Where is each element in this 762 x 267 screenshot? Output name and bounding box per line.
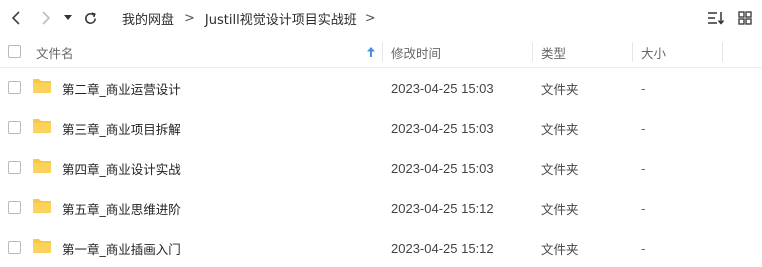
file-size: - bbox=[641, 80, 646, 96]
folder-icon bbox=[33, 239, 51, 253]
column-divider[interactable] bbox=[382, 42, 383, 62]
back-button[interactable] bbox=[6, 8, 26, 28]
column-type-label: 类型 bbox=[541, 45, 567, 61]
file-row[interactable]: 第四章_商业设计实战 2023-04-25 15:03 文件夹 - bbox=[0, 148, 762, 188]
file-size: - bbox=[641, 120, 646, 136]
file-row[interactable]: 第二章_商业运营设计 2023-04-25 15:03 文件夹 - bbox=[0, 68, 762, 108]
file-type: 文件夹 bbox=[541, 121, 579, 137]
file-type: 文件夹 bbox=[541, 201, 579, 217]
column-size-header[interactable]: 大小 bbox=[641, 36, 721, 68]
breadcrumb-separator[interactable]: > bbox=[365, 11, 376, 26]
file-modified: 2023-04-25 15:12 bbox=[391, 200, 494, 216]
row-checkbox[interactable] bbox=[8, 121, 21, 134]
file-modified: 2023-04-25 15:03 bbox=[391, 120, 494, 136]
file-size: - bbox=[641, 200, 646, 216]
chevron-right-icon bbox=[42, 11, 51, 25]
history-dropdown-button[interactable] bbox=[60, 8, 76, 28]
folder-icon bbox=[33, 79, 51, 93]
file-row[interactable]: 第五章_商业思维进阶 2023-04-25 15:12 文件夹 - bbox=[0, 188, 762, 228]
file-modified: 2023-04-25 15:12 bbox=[391, 240, 494, 256]
file-name: 第四章_商业设计实战 bbox=[62, 161, 181, 177]
toolbar: 我的网盘 > Justill视觉设计项目实战班 > bbox=[0, 0, 762, 36]
column-header: 文件名 修改时间 类型 大小 bbox=[0, 36, 762, 68]
chevron-left-icon bbox=[11, 11, 20, 25]
file-row[interactable]: 第三章_商业项目拆解 2023-04-25 15:03 文件夹 - bbox=[0, 108, 762, 148]
breadcrumb-current[interactable]: Justill视觉设计项目实战班 bbox=[205, 9, 357, 28]
file-size: - bbox=[641, 160, 646, 176]
column-divider[interactable] bbox=[632, 42, 633, 62]
file-modified: 2023-04-25 15:03 bbox=[391, 80, 494, 96]
sort-view-button[interactable] bbox=[705, 8, 727, 28]
folder-icon bbox=[33, 199, 51, 213]
file-name: 第三章_商业项目拆解 bbox=[62, 121, 181, 137]
file-row[interactable]: 第一章_商业插画入门 2023-04-25 15:12 文件夹 - bbox=[0, 228, 762, 267]
column-name-header[interactable]: 文件名 bbox=[36, 36, 376, 68]
refresh-icon bbox=[84, 11, 96, 24]
file-modified: 2023-04-25 15:03 bbox=[391, 160, 494, 176]
row-checkbox[interactable] bbox=[8, 161, 21, 174]
sort-ascending-arrow-icon[interactable] bbox=[366, 46, 376, 58]
file-name: 第二章_商业运营设计 bbox=[62, 81, 181, 97]
sort-list-icon bbox=[708, 12, 725, 25]
row-checkbox[interactable] bbox=[8, 201, 21, 214]
grid-view-icon bbox=[738, 11, 752, 25]
breadcrumb: 我的网盘 > Justill视觉设计项目实战班 > bbox=[122, 0, 386, 36]
file-type: 文件夹 bbox=[541, 241, 579, 257]
file-type: 文件夹 bbox=[541, 81, 579, 97]
file-size: - bbox=[641, 240, 646, 256]
caret-down-icon bbox=[64, 15, 72, 20]
grid-view-button[interactable] bbox=[734, 8, 756, 28]
row-checkbox[interactable] bbox=[8, 241, 21, 254]
folder-icon bbox=[33, 119, 51, 133]
file-name: 第五章_商业思维进阶 bbox=[62, 201, 181, 217]
select-all-checkbox[interactable] bbox=[8, 45, 21, 58]
column-divider[interactable] bbox=[722, 42, 723, 62]
file-name: 第一章_商业插画入门 bbox=[62, 241, 181, 257]
column-divider[interactable] bbox=[532, 42, 533, 62]
refresh-button[interactable] bbox=[80, 8, 100, 28]
file-browser-window: 我的网盘 > Justill视觉设计项目实战班 > 文件名 修改时间 类型 大小… bbox=[0, 0, 762, 267]
column-name-label: 文件名 bbox=[36, 45, 74, 61]
column-type-header[interactable]: 类型 bbox=[541, 36, 631, 68]
column-modified-header[interactable]: 修改时间 bbox=[391, 36, 531, 68]
breadcrumb-root[interactable]: 我的网盘 bbox=[122, 9, 174, 28]
breadcrumb-separator: > bbox=[184, 10, 195, 26]
file-type: 文件夹 bbox=[541, 161, 579, 177]
forward-button[interactable] bbox=[36, 8, 56, 28]
column-size-label: 大小 bbox=[641, 45, 667, 61]
column-modified-label: 修改时间 bbox=[391, 45, 442, 61]
folder-icon bbox=[33, 159, 51, 173]
row-checkbox[interactable] bbox=[8, 81, 21, 94]
